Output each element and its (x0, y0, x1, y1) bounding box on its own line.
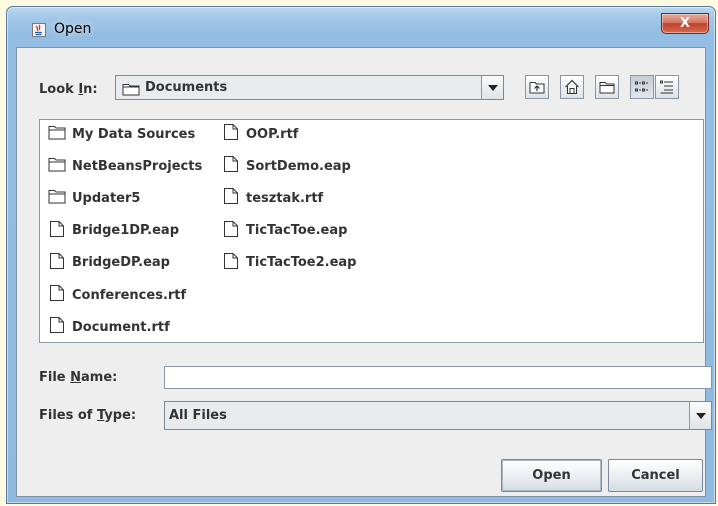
file-icon (48, 252, 66, 274)
close-icon: X (679, 16, 691, 31)
look-in-label: Look In: (39, 82, 98, 97)
file-list-item-name: TicTacToe2.eap (246, 255, 357, 271)
file-list-item-name: NetBeansProjects (72, 158, 203, 174)
file-list-item[interactable]: Bridge1DP.eap (48, 220, 180, 242)
file-icon (222, 252, 240, 274)
cancel-button[interactable]: Cancel (608, 459, 703, 492)
files-of-type-dropdown-arrow[interactable] (689, 402, 711, 429)
file-list-item-name: TicTacToe.eap (246, 223, 348, 239)
up-one-level-icon (529, 82, 545, 94)
file-list-item-name: SortDemo.eap (246, 158, 351, 174)
details-view-icon (660, 80, 673, 94)
file-list-item-name: Updater5 (72, 190, 141, 206)
file-name-input[interactable] (164, 366, 712, 389)
file-list-item[interactable]: OOP.rtf (222, 123, 299, 145)
file-list-item[interactable]: My Data Sources (48, 125, 195, 143)
look-in-value: Documents (145, 80, 228, 95)
open-dialog-window: Open X Look In: Documents My Data Source… (6, 6, 716, 504)
home-icon (565, 79, 579, 95)
file-list-item[interactable]: BridgeDP.eap (48, 252, 170, 274)
new-folder-button[interactable] (595, 75, 619, 99)
look-in-dropdown-arrow[interactable] (481, 76, 503, 99)
file-list-item[interactable]: Updater5 (48, 189, 140, 207)
file-list-item-name: BridgeDP.eap (72, 255, 170, 271)
file-list-item[interactable]: Conferences.rtf (48, 284, 187, 306)
folder-icon (48, 124, 66, 144)
file-list-item[interactable]: tesztak.rtf (222, 187, 324, 209)
file-icon (48, 220, 66, 242)
file-icon (222, 220, 240, 242)
file-list[interactable]: My Data Sources NetBeansProjects Updater5 B… (39, 119, 704, 343)
look-in-combobox[interactable]: Documents (115, 75, 504, 100)
file-list-item[interactable]: SortDemo.eap (222, 155, 351, 177)
folder-icon (48, 156, 66, 176)
close-button[interactable]: X (661, 13, 709, 34)
file-list-item[interactable]: TicTacToe.eap (222, 220, 348, 242)
file-icon (222, 187, 240, 209)
files-of-type-combobox[interactable]: All Files (164, 401, 712, 430)
folder-icon (122, 81, 140, 100)
file-list-item-name: Bridge1DP.eap (72, 223, 180, 239)
file-list-item-name: My Data Sources (72, 126, 196, 142)
files-of-type-value: All Files (169, 408, 227, 423)
file-list-item[interactable]: NetBeansProjects (48, 157, 202, 175)
java-app-icon (32, 22, 46, 37)
folder-icon (48, 188, 66, 208)
file-list-item-name: Conferences.rtf (72, 287, 187, 303)
file-list-item-name: Document.rtf (72, 319, 170, 335)
file-list-item-name: tesztak.rtf (246, 190, 324, 206)
title-bar[interactable]: Open X (7, 7, 715, 47)
file-icon (48, 316, 66, 338)
file-list-item-name: OOP.rtf (246, 126, 299, 142)
file-list-item[interactable]: TicTacToe2.eap (222, 252, 357, 274)
details-view-button[interactable] (655, 75, 679, 99)
dialog-content: Look In: Documents My Data Sources NetBe… (16, 47, 712, 497)
window-title: Open (54, 21, 92, 37)
list-view-icon (635, 81, 648, 92)
file-icon (222, 123, 240, 145)
up-one-level-button[interactable] (525, 75, 549, 99)
file-name-label: File Name: (39, 370, 118, 385)
file-icon (48, 284, 66, 306)
files-of-type-label: Files of Type: (39, 408, 137, 423)
new-folder-icon (599, 82, 615, 94)
open-button[interactable]: Open (501, 459, 602, 492)
file-list-item[interactable]: Document.rtf (48, 316, 170, 338)
home-button[interactable] (560, 75, 584, 99)
list-view-button[interactable] (630, 75, 654, 99)
file-icon (222, 155, 240, 177)
